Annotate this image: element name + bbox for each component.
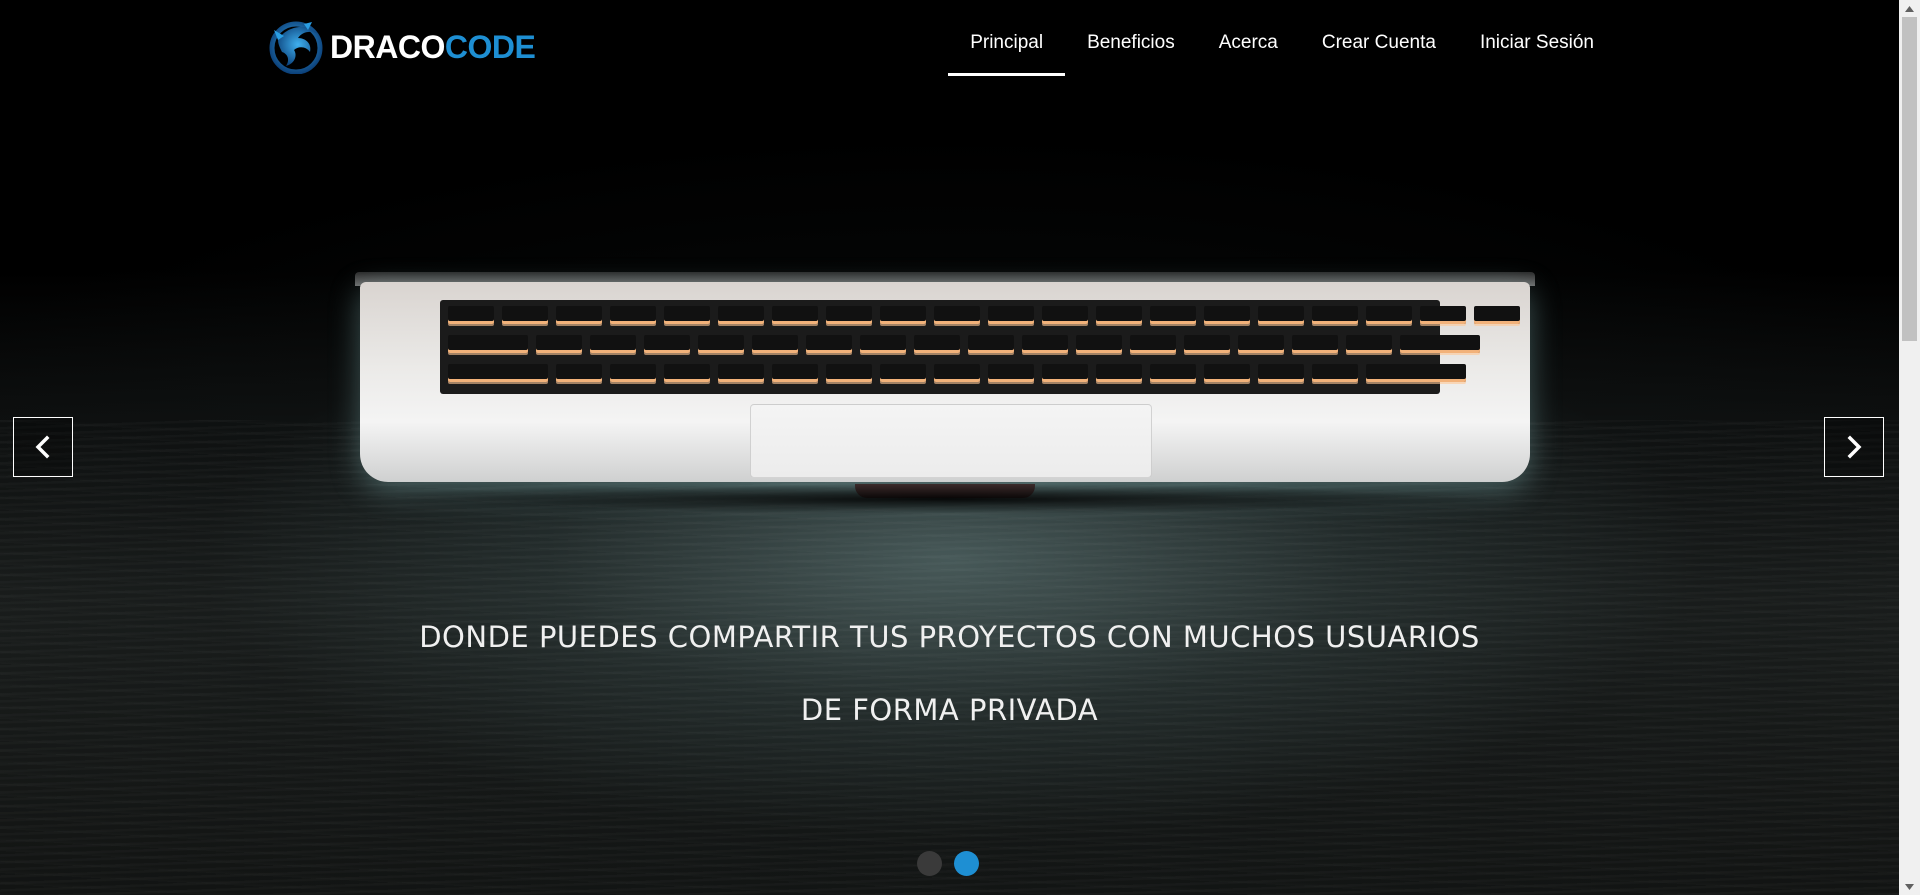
- keyboard-row: [448, 364, 1466, 384]
- carousel-indicator-1[interactable]: [917, 851, 942, 876]
- brand-name-white: DRACO: [330, 29, 445, 65]
- nav-item-beneficios[interactable]: Beneficios: [1065, 0, 1197, 86]
- scrollbar-thumb[interactable]: [1902, 17, 1917, 341]
- dragon-logo-icon: [269, 21, 323, 74]
- carousel-indicators: [917, 851, 979, 876]
- nav-item-acerca[interactable]: Acerca: [1197, 0, 1300, 86]
- nav-item-iniciar-sesion[interactable]: Iniciar Sesión: [1458, 0, 1616, 86]
- scroll-up-button[interactable]: [1899, 0, 1920, 17]
- carousel-caption-line-1: DONDE PUEDES COMPARTIR TUS PROYECTOS CON…: [419, 620, 1480, 654]
- navbar: DRACOCODE Principal Beneficios Acerca Cr…: [0, 0, 1899, 86]
- keyboard-row: [448, 306, 1520, 326]
- scroll-down-button[interactable]: [1899, 878, 1920, 895]
- laptop-shadow: [355, 484, 1535, 514]
- nav-item-crear-cuenta[interactable]: Crear Cuenta: [1300, 0, 1458, 86]
- main-nav: Principal Beneficios Acerca Crear Cuenta…: [948, 0, 1616, 86]
- page-scrollbar[interactable]: [1899, 0, 1920, 895]
- laptop-image: [355, 272, 1535, 532]
- scroll-down-arrow-icon: [1905, 883, 1914, 890]
- carousel-prev-button[interactable]: [13, 417, 73, 477]
- chevron-left-icon: [35, 435, 50, 459]
- nav-item-principal[interactable]: Principal: [948, 0, 1065, 86]
- carousel-caption-line-2: DE FORMA PRIVADA: [800, 693, 1099, 727]
- carousel-next-button[interactable]: [1824, 417, 1884, 477]
- brand-name-blue: CODE: [444, 29, 536, 65]
- hero-background: [0, 0, 1899, 895]
- carousel-indicator-2[interactable]: [954, 851, 979, 876]
- laptop-base: [360, 282, 1530, 498]
- laptop-trackpad: [750, 404, 1152, 478]
- chevron-right-icon: [1847, 435, 1862, 459]
- laptop-keyboard: [440, 300, 1520, 394]
- page-viewport: DRACOCODE Principal Beneficios Acerca Cr…: [0, 0, 1899, 895]
- scroll-up-arrow-icon: [1905, 5, 1914, 12]
- keyboard-row: [448, 335, 1480, 355]
- brand-link[interactable]: DRACOCODE: [268, 20, 536, 74]
- brand-name: DRACOCODE: [330, 29, 536, 65]
